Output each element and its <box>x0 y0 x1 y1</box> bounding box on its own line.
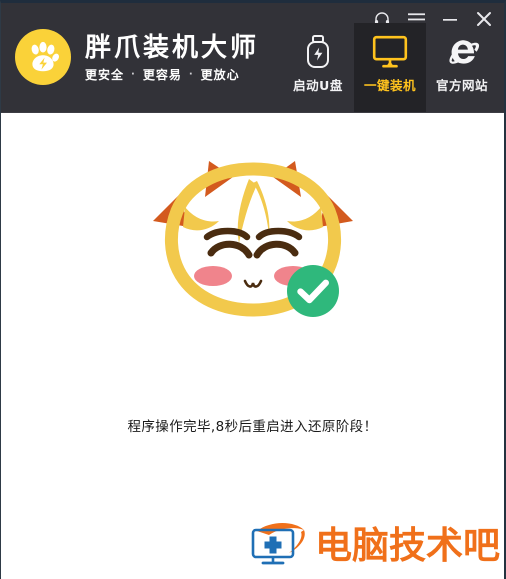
nav-item-usb-boot[interactable]: 启动U盘 <box>282 23 354 112</box>
cat-mascot-icon <box>123 135 383 345</box>
app-title: 胖爪装机大师 <box>85 32 260 63</box>
internet-explorer-icon <box>442 32 482 72</box>
paw-lightning-icon <box>15 29 71 85</box>
nav-item-official-site[interactable]: 官方网站 <box>426 23 498 112</box>
brand-subtitle-part-1: 更安全 <box>85 67 125 82</box>
app-window: 胖爪装机大师 更安全 · 更容易 · 更放心 启动U盘 一键装机 官方网站 程序… <box>0 0 506 579</box>
nav-label-one-click-install: 一键装机 <box>363 78 416 93</box>
watermark: 电脑技术吧 <box>247 521 500 571</box>
status-message: 程序操作完毕,8秒后重启进入还原阶段！ <box>127 419 378 435</box>
app-header: 胖爪装机大师 更安全 · 更容易 · 更放心 启动U盘 一键装机 官方网站 <box>1 3 504 113</box>
monitor-icon <box>372 32 408 72</box>
monitor-medical-cross-icon <box>247 521 309 571</box>
mascot-area <box>1 135 504 345</box>
nav-item-one-click-install[interactable]: 一键装机 <box>354 23 426 112</box>
nav-label-official-site: 官方网站 <box>435 78 488 93</box>
app-body: 程序操作完毕,8秒后重启进入还原阶段！ 电脑技术吧 <box>1 113 504 579</box>
brand: 胖爪装机大师 更安全 · 更容易 · 更放心 <box>15 29 259 85</box>
brand-subtitle-part-3: 更放心 <box>200 67 240 82</box>
brand-subtitle-part-2: 更容易 <box>142 67 182 82</box>
check-circle-icon <box>285 263 341 323</box>
watermark-text: 电脑技术吧 <box>315 524 500 567</box>
brand-subtitle: 更安全 · 更容易 · 更放心 <box>85 68 259 82</box>
main-nav: 启动U盘 一键装机 官方网站 <box>282 23 498 112</box>
brand-subtitle-sep-1: · <box>131 68 136 80</box>
brand-text: 胖爪装机大师 更安全 · 更容易 · 更放心 <box>85 33 259 82</box>
nav-label-usb-boot: 启动U盘 <box>293 78 343 93</box>
brand-subtitle-sep-2: · <box>188 68 194 80</box>
usb-drive-icon <box>304 32 332 72</box>
